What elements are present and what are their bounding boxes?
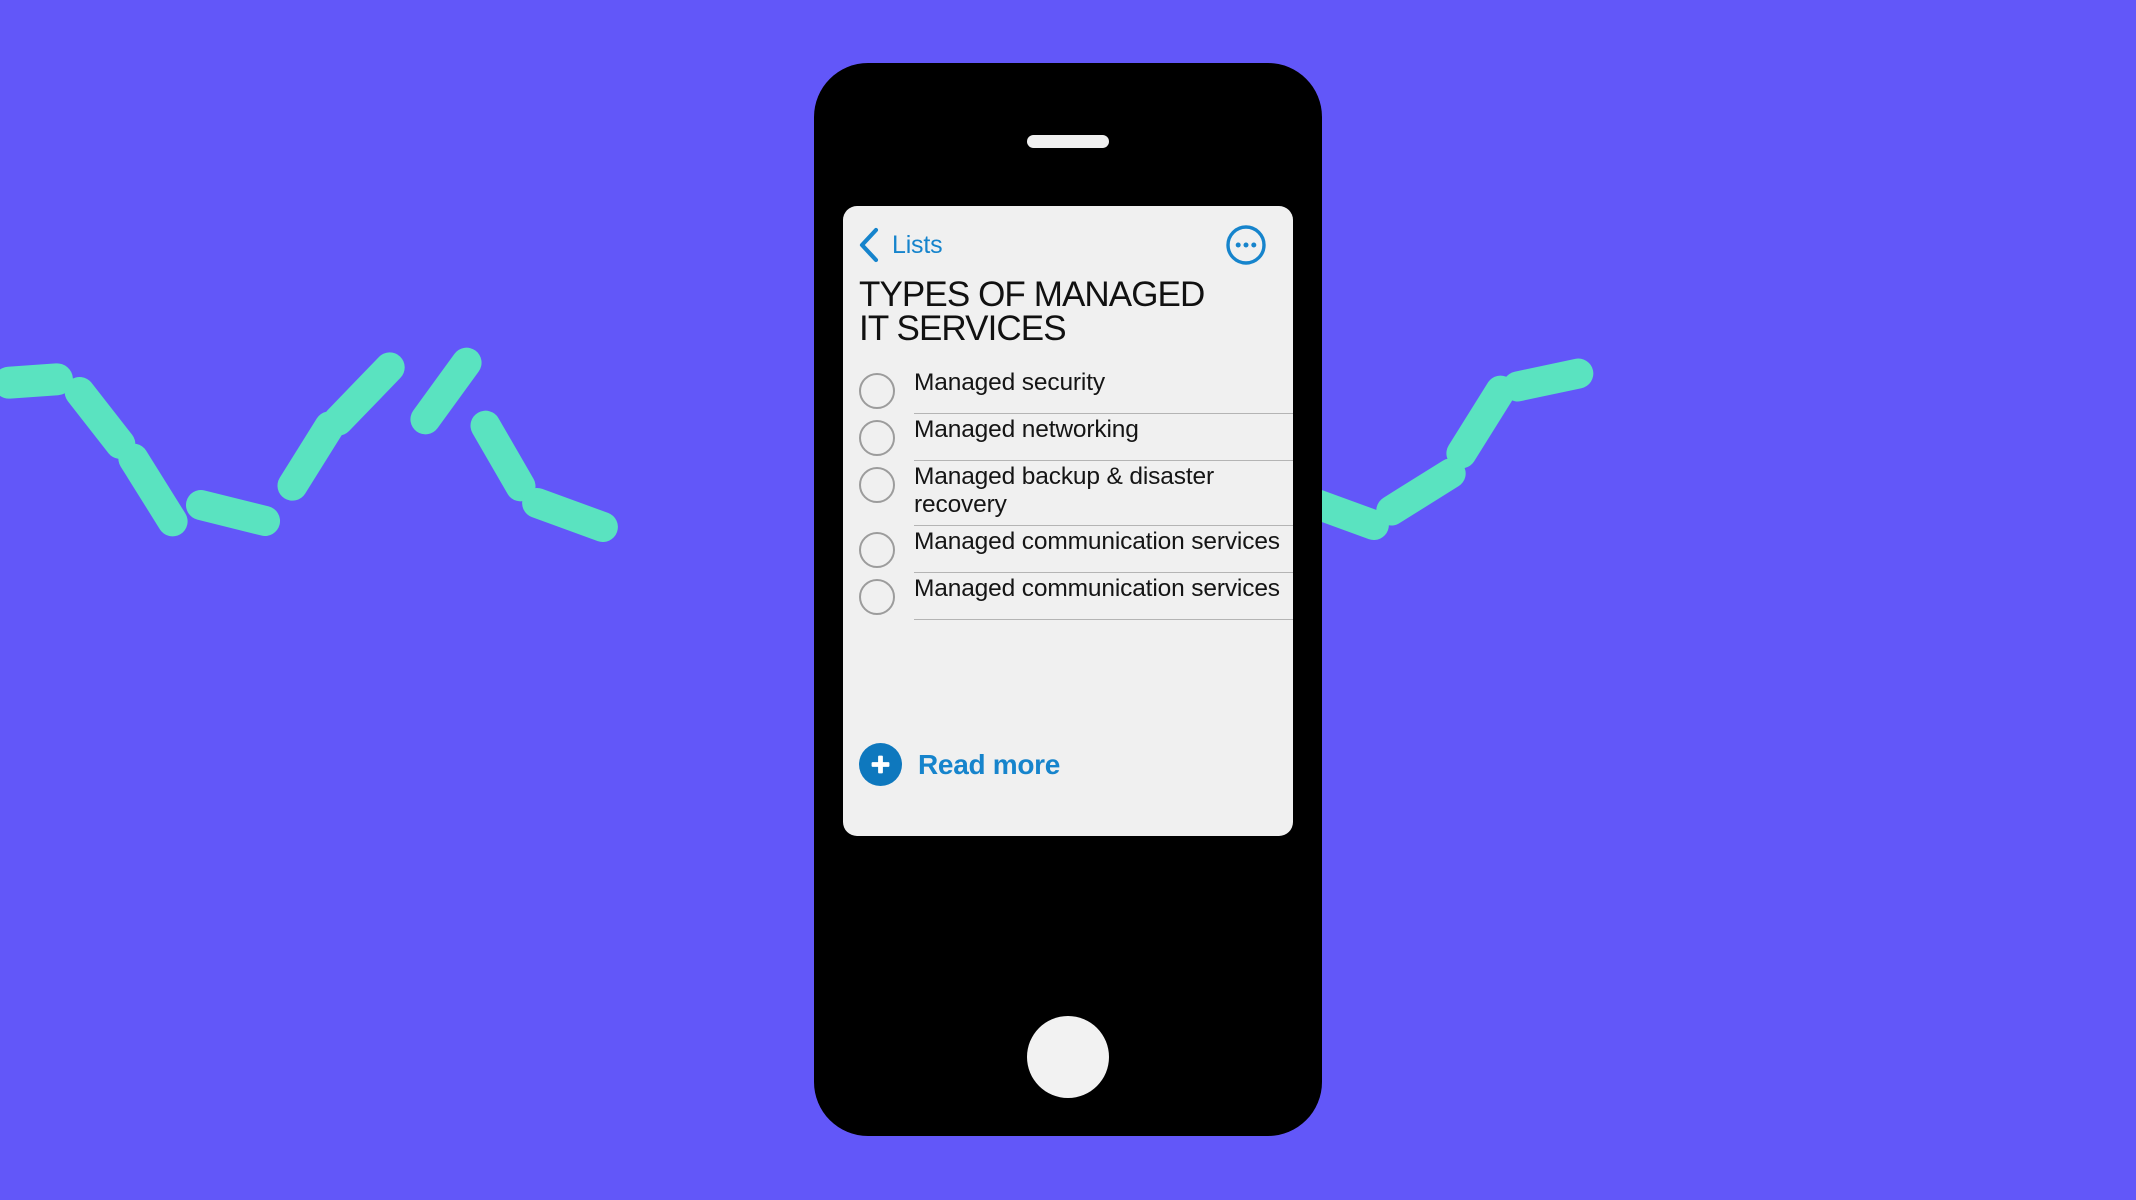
back-button[interactable]: Lists — [857, 226, 943, 264]
read-more-label: Read more — [918, 748, 1061, 780]
list-item-label: Managed networking — [914, 416, 1139, 444]
list-item[interactable]: Managed communication services — [859, 526, 1293, 574]
list-item-label: Managed backup & disaster recovery — [914, 463, 1214, 518]
checklist: Managed security Managed networking Manage… — [843, 367, 1293, 621]
plus-circle-icon — [859, 743, 902, 786]
phone-device: Lists TYPES OF MANAGED IT SERVICES Manag… — [814, 63, 1322, 1136]
more-horizontal-circle-icon — [1225, 225, 1266, 265]
list-item-label: Managed security — [914, 369, 1105, 397]
list-item[interactable]: Managed security — [859, 367, 1293, 415]
plus-glyph — [871, 755, 890, 774]
read-more-button[interactable]: Read more — [859, 743, 1060, 786]
checkbox-circle-icon[interactable] — [859, 532, 895, 569]
checkbox-circle-icon[interactable] — [859, 420, 895, 457]
list-item[interactable]: Managed communication services — [859, 573, 1293, 621]
list-item-body: Managed backup & disaster recovery — [914, 461, 1293, 527]
list-item-label: Managed communication services — [914, 575, 1280, 603]
more-options-button[interactable] — [1224, 224, 1267, 267]
checkbox-circle-icon[interactable] — [859, 373, 895, 410]
navigation-bar: Lists — [843, 206, 1293, 284]
speaker-grille — [1027, 135, 1109, 148]
page-title: TYPES OF MANAGED IT SERVICES — [859, 275, 1205, 348]
phone-screen: Lists TYPES OF MANAGED IT SERVICES Manag… — [843, 206, 1293, 836]
list-item-body: Managed networking — [914, 414, 1293, 462]
checkbox-circle-icon[interactable] — [859, 467, 895, 504]
list-item[interactable]: Managed networking — [859, 414, 1293, 462]
list-item-body: Managed communication services — [914, 526, 1293, 574]
list-item-body: Managed communication services — [914, 573, 1293, 621]
list-item[interactable]: Managed backup & disaster recovery — [859, 461, 1293, 527]
list-item-label: Managed communication services — [914, 528, 1280, 556]
chevron-left-icon — [859, 227, 879, 263]
back-button-label: Lists — [892, 230, 943, 259]
home-button[interactable] — [1027, 1016, 1109, 1098]
list-item-body: Managed security — [914, 367, 1293, 415]
checkbox-circle-icon[interactable] — [859, 579, 895, 616]
